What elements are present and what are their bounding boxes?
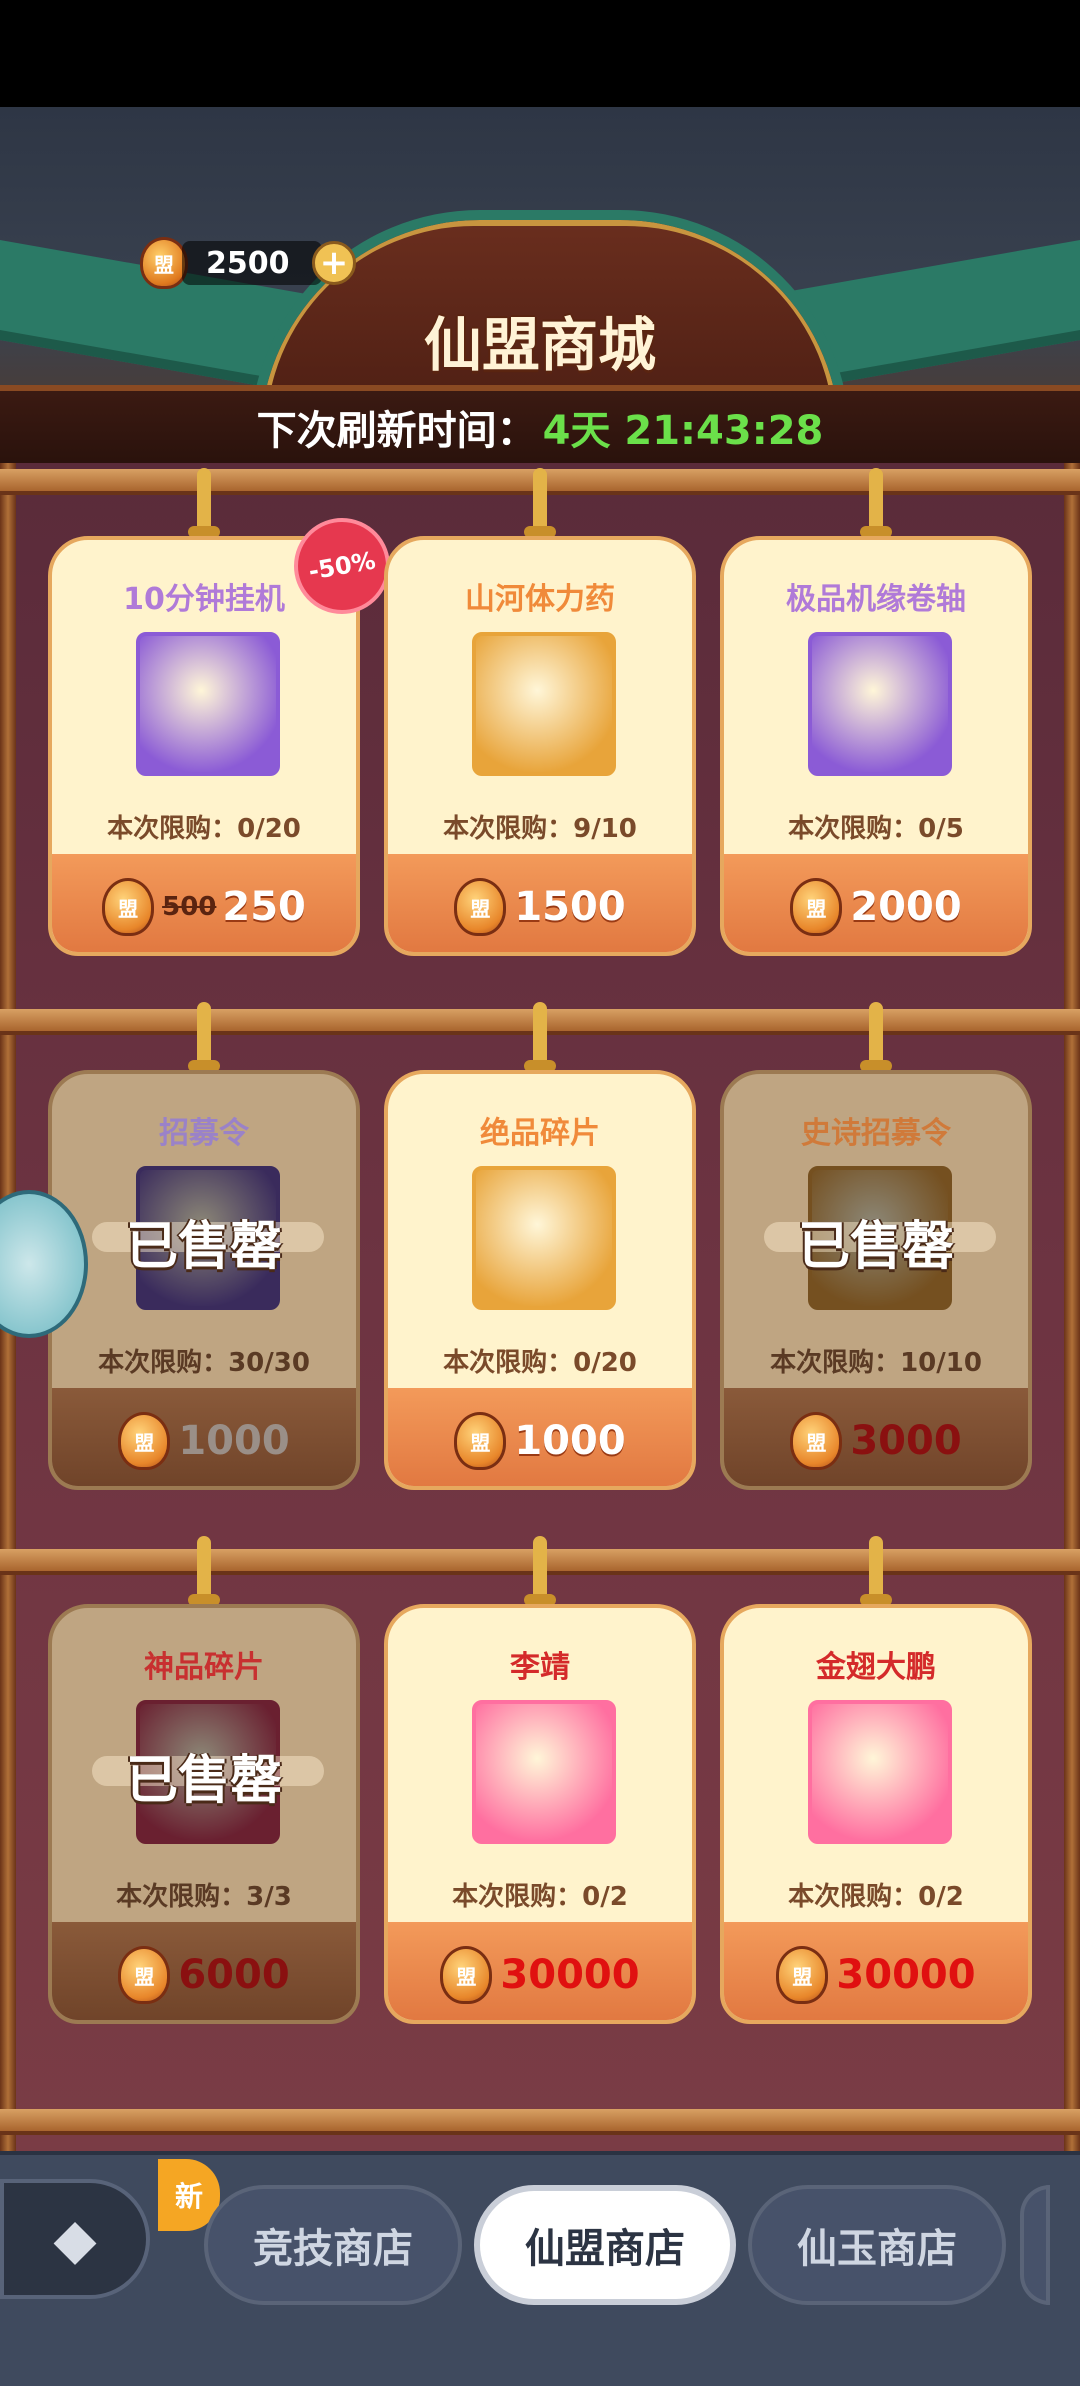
purchase-limit: 本次限购：0/20: [107, 814, 301, 844]
item-name: 绝品碎片: [480, 1116, 600, 1151]
alliance-coin-icon: 盟: [790, 1412, 843, 1470]
item-name: 史诗招募令: [801, 1116, 951, 1151]
purchase-limit: 本次限购：9/10: [443, 814, 637, 844]
shop-item-card[interactable]: 绝品碎片 本次限购：0/20 盟 1000: [384, 1002, 696, 1490]
back-button[interactable]: ◆: [0, 2179, 150, 2299]
item-price: 30000: [836, 1952, 976, 1998]
item-tag: 招募令 已售罄 本次限购：30/30 盟 1000: [48, 1070, 360, 1490]
shop-item-card[interactable]: 山河体力药 本次限购：9/10 盟 1500: [384, 468, 696, 956]
alliance-coin-icon: 盟: [118, 1412, 171, 1470]
item-name: 招募令: [159, 1116, 249, 1151]
price-button[interactable]: 盟 1500: [388, 854, 692, 952]
item-tag: 李靖 本次限购：0/2 盟 30000: [384, 1604, 696, 2024]
hand-icon: [136, 632, 280, 776]
shop-item-card[interactable]: 神品碎片 已售罄 本次限购：3/3 盟 6000: [48, 1536, 360, 2024]
item-name: 山河体力药: [465, 582, 615, 617]
item-price: 1500: [514, 884, 626, 930]
item-tag: 史诗招募令 已售罄 本次限购：10/10 盟 3000: [720, 1070, 1032, 1490]
refresh-label: 下次刷新时间：: [256, 408, 537, 454]
page-title: 仙盟商城: [423, 311, 656, 379]
purchase-limit: 本次限购：10/10: [770, 1348, 982, 1378]
status-bar: [0, 0, 1080, 107]
purchase-limit: 本次限购：0/20: [443, 1348, 637, 1378]
add-currency-button[interactable]: +: [312, 241, 356, 285]
currency-amount: 2500: [182, 241, 322, 285]
shop-item-card[interactable]: 史诗招募令 已售罄 本次限购：10/10 盟 3000: [720, 1002, 1032, 1490]
item-tag: 金翅大鹏 本次限购：0/2 盟 30000: [720, 1604, 1032, 2024]
tab-jade-shop[interactable]: 仙玉商店: [748, 2185, 1006, 2305]
item-price: 250: [222, 884, 306, 930]
purchase-limit: 本次限购：30/30: [98, 1348, 310, 1378]
refresh-countdown: 4天 21:43:28: [542, 408, 824, 454]
refresh-timer: 下次刷新时间： 4天 21:43:28: [0, 385, 1080, 469]
alliance-coin-icon: 盟: [454, 1412, 507, 1470]
purchase-limit: 本次限购：0/2: [788, 1882, 964, 1912]
purchase-limit: 本次限购：0/5: [788, 814, 964, 844]
item-price: 3000: [850, 1418, 962, 1464]
shop-item-card[interactable]: 李靖 本次限购：0/2 盟 30000: [384, 1536, 696, 2024]
price-button[interactable]: 盟 1000: [388, 1388, 692, 1486]
item-price: 6000: [178, 1952, 290, 1998]
old-price: 500: [162, 892, 217, 922]
item-name: 金翅大鹏: [816, 1650, 936, 1685]
item-tag: 极品机缘卷轴 本次限购：0/5 盟 2000: [720, 536, 1032, 956]
alliance-coin-icon: 盟: [454, 878, 507, 936]
price-button: 盟 1000: [52, 1388, 356, 1486]
shop-item-card[interactable]: 金翅大鹏 本次限购：0/2 盟 30000: [720, 1536, 1032, 2024]
shelf-post-right: [1064, 463, 1080, 2151]
alliance-coin-icon: 盟: [118, 1946, 171, 2004]
scroll-icon: [808, 632, 952, 776]
shop-item-card[interactable]: 招募令 已售罄 本次限购：30/30 盟 1000: [48, 1002, 360, 1490]
tab-more-edge[interactable]: [1020, 2185, 1050, 2305]
hero-golden-roc-icon: [808, 1700, 952, 1844]
currency-display: 盟 2500 +: [140, 237, 356, 289]
bottom-nav: ◆ 新 竞技商店 仙盟商店 仙玉商店: [0, 2151, 1080, 2386]
item-tag: 神品碎片 已售罄 本次限购：3/3 盟 6000: [48, 1604, 360, 2024]
item-name: 李靖: [510, 1650, 570, 1685]
item-tag: 山河体力药 本次限购：9/10 盟 1500: [384, 536, 696, 956]
fragment-icon: [472, 1166, 616, 1310]
price-button: 盟 6000: [52, 1922, 356, 2020]
price-button[interactable]: 盟 2000: [724, 854, 1028, 952]
alliance-coin-icon: 盟: [790, 878, 843, 936]
item-name: 神品碎片: [144, 1650, 264, 1685]
item-price: 30000: [500, 1952, 640, 1998]
item-tag: 绝品碎片 本次限购：0/20 盟 1000: [384, 1070, 696, 1490]
sold-out-label: 已售罄: [125, 1751, 282, 1811]
price-button: 盟 3000: [724, 1388, 1028, 1486]
alliance-coin-icon: 盟: [102, 878, 155, 936]
tab-arena-shop[interactable]: 竞技商店: [204, 2185, 462, 2305]
potion-icon: [472, 632, 616, 776]
alliance-coin-icon: 盟: [440, 1946, 493, 2004]
price-button[interactable]: 盟 30000: [388, 1922, 692, 2020]
item-name: 极品机缘卷轴: [786, 582, 966, 617]
price-button[interactable]: 盟 30000: [724, 1922, 1028, 2020]
purchase-limit: 本次限购：3/3: [116, 1882, 292, 1912]
item-price: 2000: [850, 884, 962, 930]
price-button[interactable]: 盟 500 250: [52, 854, 356, 952]
sold-out-label: 已售罄: [797, 1217, 954, 1277]
purchase-limit: 本次限购：0/2: [452, 1882, 628, 1912]
shop-item-card[interactable]: 10分钟挂机 本次限购：0/20 盟 500 250 -50%: [48, 468, 398, 956]
item-price: 1000: [514, 1418, 626, 1464]
tab-alliance-shop[interactable]: 仙盟商店: [474, 2185, 736, 2305]
alliance-coin-icon: 盟: [776, 1946, 829, 2004]
shop-item-card[interactable]: 极品机缘卷轴 本次限购：0/5 盟 2000: [720, 468, 1032, 956]
shelf-plank: [0, 2109, 1080, 2135]
alliance-coin-icon: 盟: [140, 237, 188, 289]
hero-li-jing-icon: [472, 1700, 616, 1844]
item-price: 1000: [178, 1418, 290, 1464]
sold-out-label: 已售罄: [125, 1217, 282, 1277]
